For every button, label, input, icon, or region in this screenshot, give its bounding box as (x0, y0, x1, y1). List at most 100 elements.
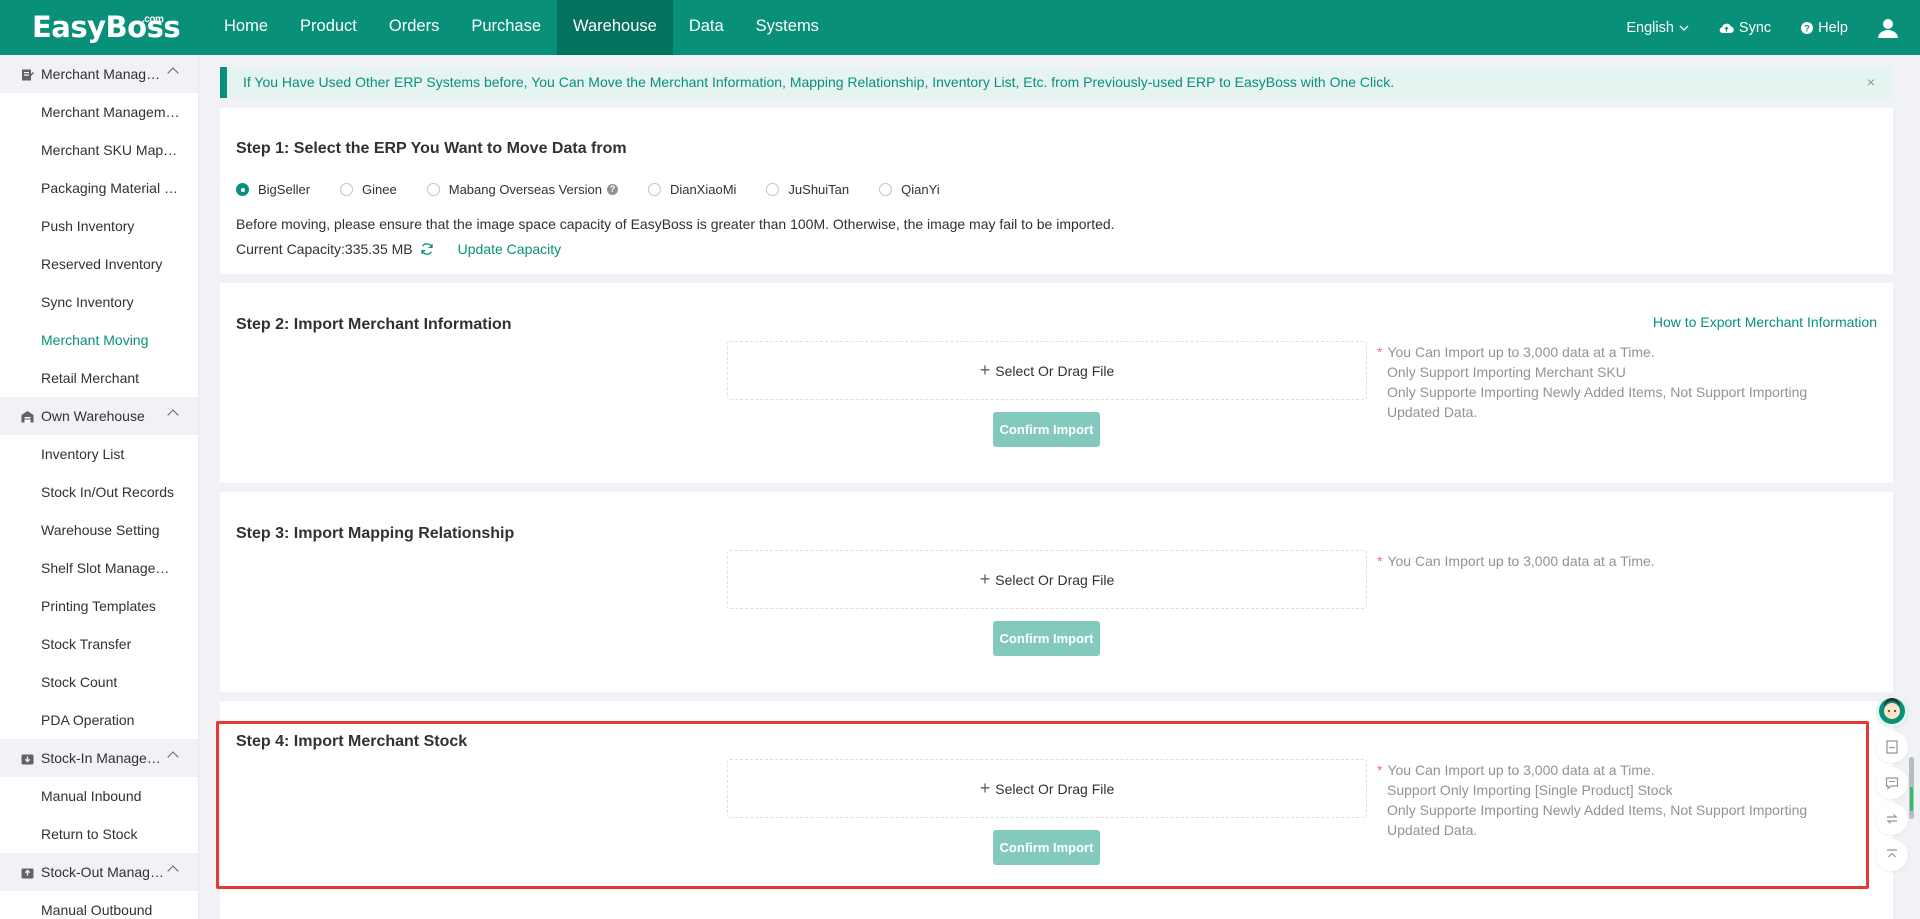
support-avatar[interactable] (1876, 695, 1908, 727)
exchange-tool[interactable] (1876, 803, 1908, 835)
box-in-icon (21, 754, 34, 764)
radio-mabang[interactable]: Mabang Overseas Version ? (426, 182, 618, 197)
confirm-import-button[interactable]: Confirm Import (993, 621, 1100, 656)
notice-text: If You Have Used Other ERP Systems befor… (243, 74, 1395, 90)
header-actions: English Sync ? Help (1626, 0, 1920, 55)
language-selector[interactable]: English (1626, 20, 1689, 36)
radio-jushuitan[interactable]: JuShuiTan (766, 182, 849, 197)
confirm-import-button[interactable]: Confirm Import (993, 412, 1100, 447)
radio-qianyi[interactable]: QianYi (879, 182, 940, 197)
close-icon[interactable]: × (1867, 67, 1875, 98)
sidebar-group-merchant-management[interactable]: Merchant Management (0, 55, 198, 93)
sidebar-item-sync-inventory[interactable]: Sync Inventory (0, 283, 198, 321)
back-to-top-icon (1887, 849, 1897, 858)
radio-label: QianYi (901, 182, 940, 197)
logo-suffix: .com (142, 14, 164, 25)
sidebar-item-pda-operation[interactable]: PDA Operation (0, 701, 198, 739)
stock-dropzone[interactable]: + Select Or Drag File (727, 759, 1367, 818)
refresh-icon[interactable] (420, 242, 434, 256)
radio-label: JuShuiTan (788, 182, 850, 197)
radio-circle (340, 183, 354, 196)
radio-circle (426, 183, 440, 196)
sidebar-item-printing-templates[interactable]: Printing Templates (0, 587, 198, 625)
sidebar-item-manual-inbound[interactable]: Manual Inbound (0, 777, 198, 815)
sidebar-group-label: Stock-In Management (41, 750, 166, 766)
top-navbar: EasyBoss .com Home Product Orders Purcha… (0, 0, 1920, 55)
nav-data[interactable]: Data (673, 0, 740, 55)
sidebar-item-stock-in-out-records[interactable]: Stock In/Out Records (0, 473, 198, 511)
chat-tool[interactable] (1876, 767, 1908, 799)
clipboard-icon (22, 69, 34, 80)
sidebar-item-warehouse-setting[interactable]: Warehouse Setting (0, 511, 198, 549)
chevron-down-icon (1679, 25, 1689, 31)
notes-tool[interactable] (1876, 731, 1908, 763)
sidebar-item-merchant-moving[interactable]: Merchant Moving (0, 321, 198, 359)
sidebar-item-stock-transfer[interactable]: Stock Transfer (0, 625, 198, 663)
note-line: You Can Import up to 3,000 data at a Tim… (1387, 553, 1655, 569)
sidebar-group-stock-out-management[interactable]: Stock-Out Management (0, 853, 198, 891)
sidebar-item-manual-outbound[interactable]: Manual Outbound (0, 891, 198, 919)
dropzone-label: Select Or Drag File (995, 362, 1115, 379)
dropzone-label: Select Or Drag File (995, 780, 1115, 797)
nav-purchase[interactable]: Purchase (455, 0, 557, 55)
easyboss-logo[interactable]: EasyBoss .com (32, 10, 181, 44)
sidebar-item-return-to-stock[interactable]: Return to Stock (0, 815, 198, 853)
language-label: English (1626, 19, 1674, 36)
nav-product[interactable]: Product (284, 0, 373, 55)
sidebar-group-label: Merchant Management (41, 66, 166, 82)
user-avatar[interactable] (1878, 18, 1898, 38)
radio-circle (766, 183, 780, 196)
customer-service-icon (1879, 698, 1905, 724)
sidebar-group-stock-in-management[interactable]: Stock-In Management (0, 739, 198, 777)
radio-dianxiaomi[interactable]: DianXiaoMi (647, 182, 737, 197)
step3-notes: * You Can Import up to 3,000 data at a Ti… (1377, 551, 1827, 571)
help-circle-icon: ? (1801, 21, 1814, 34)
back-to-top-tool[interactable] (1876, 839, 1908, 871)
sidebar-group-label: Own Warehouse (41, 408, 145, 424)
help-button[interactable]: ? Help (1801, 20, 1848, 36)
note-line: Only Support Importing Merchant SKU (1387, 364, 1626, 380)
sidebar-item-push-inventory[interactable]: Push Inventory (0, 207, 198, 245)
step2-title: Step 2: Import Merchant Information (236, 316, 512, 333)
swap-icon (1886, 814, 1898, 824)
note-line: Only Supporte Importing Newly Added Item… (1387, 802, 1808, 838)
help-icon[interactable]: ? (606, 184, 618, 195)
how-to-export-link[interactable]: How to Export Merchant Information (1653, 314, 1877, 330)
sidebar-item-inventory-list[interactable]: Inventory List (0, 435, 198, 473)
nav-systems[interactable]: Systems (740, 0, 835, 55)
sidebar-item-retail-merchant[interactable]: Retail Merchant (0, 359, 198, 397)
confirm-import-button[interactable]: Confirm Import (993, 830, 1100, 865)
nav-orders[interactable]: Orders (373, 0, 455, 55)
user-icon (1878, 18, 1898, 38)
sync-label: Sync (1738, 19, 1772, 36)
sidebar-group-own-warehouse[interactable]: Own Warehouse (0, 397, 198, 435)
dropzone-label: Select Or Drag File (995, 571, 1115, 588)
nav-warehouse[interactable]: Warehouse (557, 0, 673, 55)
chevron-up-icon (167, 67, 179, 79)
sidebar-item-reserved-inventory[interactable]: Reserved Inventory (0, 245, 198, 283)
mapping-dropzone[interactable]: + Select Or Drag File (727, 550, 1367, 609)
sidebar-item-merchant-management[interactable]: Merchant Management (0, 93, 198, 131)
sidebar-item-shelf-slot-management[interactable]: Shelf Slot Management (0, 549, 198, 587)
merchant-info-dropzone[interactable]: + Select Or Drag File (727, 341, 1367, 400)
sidebar-item-packaging-material[interactable]: Packaging Material Management (0, 169, 198, 207)
svg-text:?: ? (1804, 23, 1810, 33)
update-capacity-link[interactable]: Update Capacity (458, 241, 562, 257)
radio-ginee[interactable]: Ginee (340, 182, 397, 197)
warehouse-icon (21, 410, 34, 422)
radio-label: DianXiaoMi (669, 182, 737, 197)
chevron-up-icon (167, 409, 179, 421)
chevron-up-icon (167, 751, 179, 763)
sidebar-item-stock-count[interactable]: Stock Count (0, 663, 198, 701)
radio-label: Mabang Overseas Version (448, 182, 602, 197)
sync-button[interactable]: Sync (1719, 20, 1771, 36)
plus-icon: + (979, 778, 991, 798)
required-mark: * (1377, 344, 1383, 360)
nav-home[interactable]: Home (208, 0, 284, 55)
step4-notes: * You Can Import up to 3,000 data at a Ti… (1377, 760, 1827, 840)
page-scrollbar[interactable] (1909, 757, 1914, 819)
note-line: You Can Import up to 3,000 data at a Tim… (1387, 762, 1655, 778)
notebook-icon (1886, 740, 1898, 754)
radio-bigseller[interactable]: BigSeller (236, 182, 310, 197)
sidebar-item-merchant-sku-mapping[interactable]: Merchant SKU Mapping (0, 131, 198, 169)
